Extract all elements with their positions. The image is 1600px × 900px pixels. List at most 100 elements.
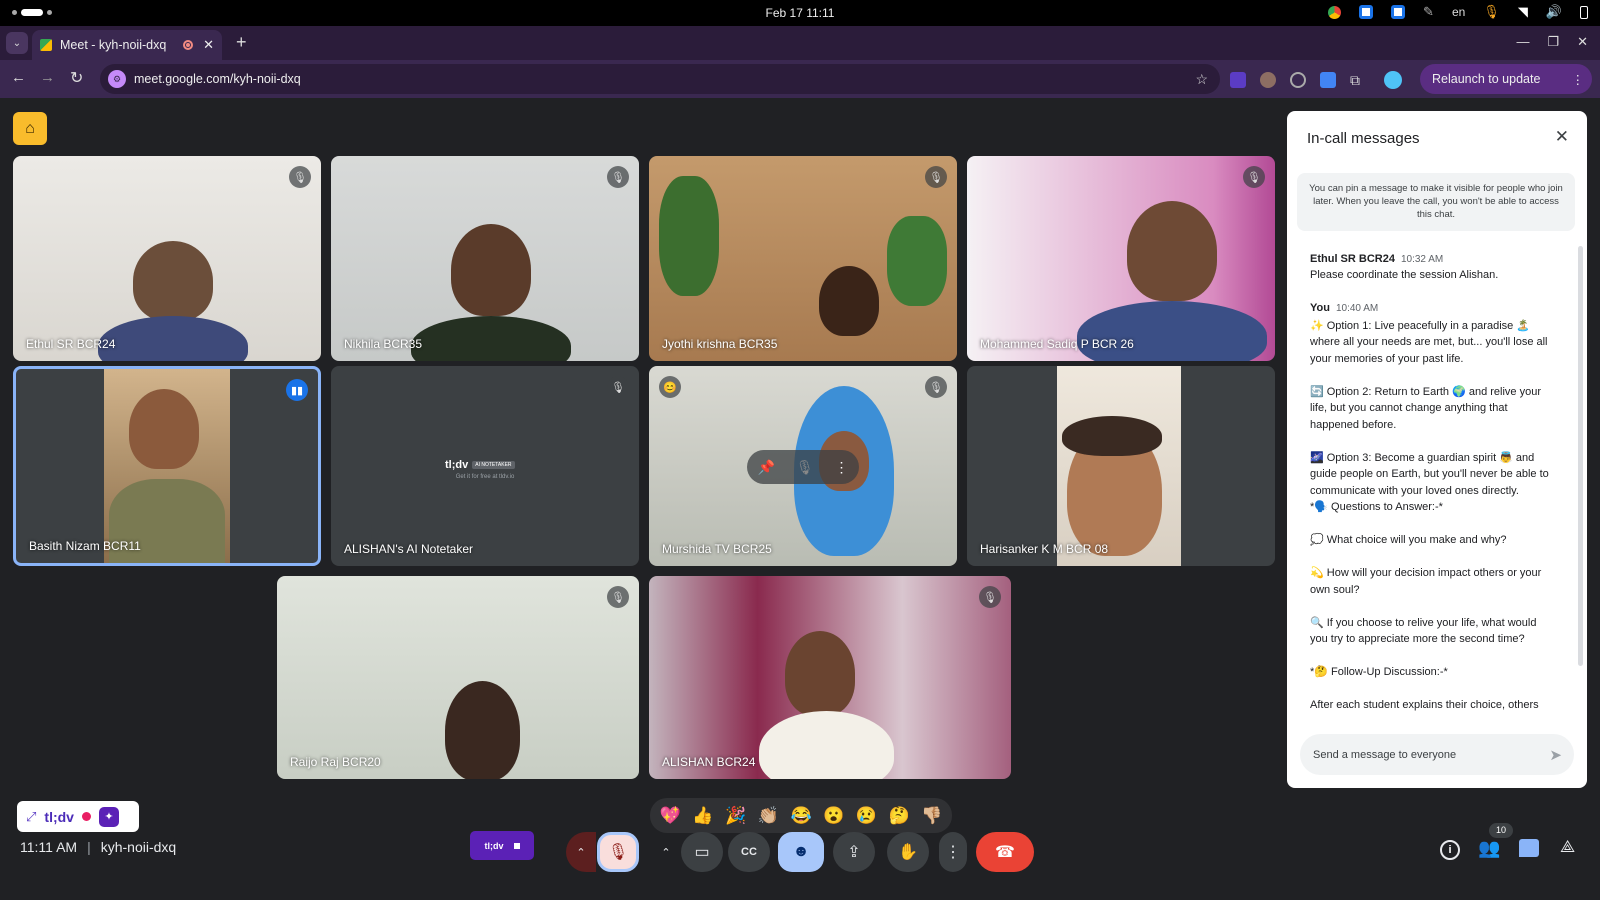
message-line: your memories of your past life. xyxy=(1310,352,1464,365)
profile-avatar[interactable] xyxy=(1384,71,1402,89)
reaction-laugh[interactable]: 😂 xyxy=(785,799,818,832)
participant-tile[interactable]: 🎙 Ethul SR BCR24 xyxy=(13,156,321,361)
microphone-toggle-button[interactable]: 🎙 xyxy=(597,832,639,872)
extensions-puzzle-icon[interactable]: ⧉ xyxy=(1350,72,1360,89)
mic-off-icon: 🎙 xyxy=(925,376,947,398)
extension-1-icon[interactable] xyxy=(1230,72,1246,88)
address-bar[interactable]: ⚙ meet.google.com/kyh-noii-dxq ☆ xyxy=(100,64,1220,94)
message-line: *🤔 Follow-Up Discussion:-* xyxy=(1310,666,1448,678)
participant-name: Basith Nizam BCR11 xyxy=(29,539,141,553)
chat-input[interactable]: Send a message to everyone ➤ xyxy=(1300,734,1574,775)
activities-icon[interactable]: ⟁ xyxy=(1560,837,1575,857)
restore-icon[interactable]: ❐ xyxy=(1547,34,1559,50)
reaction-thumbs-up[interactable]: 👍 xyxy=(687,799,720,832)
audio-options-button[interactable]: ⌃ xyxy=(566,832,596,872)
meeting-details-icon[interactable]: i xyxy=(1440,840,1460,860)
translate-icon[interactable] xyxy=(1320,72,1336,88)
message-line: happened before. xyxy=(1310,418,1397,431)
participant-video xyxy=(1057,366,1181,566)
participant-name: Raijo Raj BCR20 xyxy=(290,755,381,769)
forward-icon[interactable]: → xyxy=(40,69,55,86)
mute-participant-icon[interactable]: 🎙 xyxy=(796,459,814,476)
reaction-thinking[interactable]: 🤔 xyxy=(883,799,916,832)
message-sender: You xyxy=(1310,301,1330,314)
tldv-record-button[interactable]: tl;dv xyxy=(470,831,534,860)
message-line xyxy=(1310,433,1572,450)
expand-icon[interactable]: ⤢ xyxy=(26,809,36,825)
mic-off-icon: 🎙 xyxy=(607,586,629,608)
back-icon[interactable]: ← xyxy=(11,69,26,86)
reaction-thumbs-down[interactable]: 👎🏼 xyxy=(915,799,948,832)
message-sender: Ethul SR BCR24 xyxy=(1310,253,1395,265)
raise-hand-button[interactable]: ✋ xyxy=(887,832,929,872)
reaction-sparkling-heart[interactable]: 💖 xyxy=(654,799,687,832)
speaking-indicator-icon: ▮▮ xyxy=(286,379,308,401)
pen-icon[interactable]: ✎ xyxy=(1423,4,1434,20)
minimize-icon[interactable]: — xyxy=(1516,34,1529,50)
participant-tile[interactable]: Harisanker K M BCR 08 xyxy=(967,366,1275,566)
send-icon[interactable]: ➤ xyxy=(1549,746,1562,764)
chat-button[interactable] xyxy=(1519,839,1539,857)
participant-video xyxy=(445,681,520,779)
reaction-clap[interactable]: 👏🏼 xyxy=(752,799,785,832)
reaction-sad[interactable]: 😢 xyxy=(850,799,883,832)
new-tab-button[interactable]: + xyxy=(236,32,247,53)
reaction-party-popper[interactable]: 🎉 xyxy=(719,799,752,832)
participant-tile[interactable]: 🎙 ALISHAN BCR24 xyxy=(649,576,1011,779)
wifi-icon[interactable]: ◥ xyxy=(1518,4,1528,20)
people-button[interactable]: 👥 xyxy=(1478,838,1500,859)
workspace-indicator[interactable] xyxy=(12,9,52,16)
meeting-code: kyh-noii-dxq xyxy=(100,839,177,855)
participant-tile-active-speaker[interactable]: ▮▮ Basith Nizam BCR11 xyxy=(13,366,321,566)
site-info-icon[interactable]: ⚙ xyxy=(108,70,126,88)
camera-toggle-button[interactable]: ▭ xyxy=(681,832,723,872)
close-window-icon[interactable]: ✕ xyxy=(1577,34,1588,50)
chat-scrollbar[interactable] xyxy=(1578,246,1583,666)
participant-tile[interactable]: 😊 📌 🎙 ⋮ 🎙 Murshida TV BCR25 xyxy=(649,366,957,566)
extension-2-icon[interactable] xyxy=(1260,72,1276,88)
participant-tile[interactable]: 🎙 Raijo Raj BCR20 xyxy=(277,576,639,779)
pin-icon[interactable]: 📌 xyxy=(757,459,774,476)
close-chat-icon[interactable]: ✕ xyxy=(1555,127,1569,147)
message-line: *🗣️ Questions to Answer:-* xyxy=(1310,501,1443,513)
present-screen-button[interactable]: ⇪ xyxy=(833,832,875,872)
more-options-button[interactable]: ⋮ xyxy=(939,832,967,872)
message-line xyxy=(1310,549,1572,566)
meet-app-icon[interactable]: ⌂ xyxy=(13,112,47,145)
participant-tile[interactable]: 🎙 Jyothi krishna BCR35 xyxy=(649,156,957,361)
reaction-surprised[interactable]: 😮 xyxy=(817,799,850,832)
browser-toolbar: ← → ↻ ⚙ meet.google.com/kyh-noii-dxq ☆ ⧉… xyxy=(0,60,1600,98)
chrome-tray-icon[interactable] xyxy=(1328,5,1342,19)
relaunch-label: Relaunch to update xyxy=(1432,72,1541,86)
language-indicator[interactable]: en xyxy=(1452,5,1465,19)
browser-tab[interactable]: Meet - kyh-noii-dxq ✕ xyxy=(32,30,222,60)
battery-icon[interactable] xyxy=(1580,5,1588,19)
participant-tile[interactable]: tl;dv AI NOTETAKER Get it for free at tl… xyxy=(331,366,639,566)
more-options-icon[interactable]: ⋮ xyxy=(835,459,849,476)
microphone-icon[interactable]: 🎙 xyxy=(1483,4,1500,20)
chat-notice: You can pin a message to make it visible… xyxy=(1297,173,1575,231)
relaunch-button[interactable]: Relaunch to update ⋮ xyxy=(1420,64,1592,94)
extension-3-icon[interactable] xyxy=(1290,72,1306,88)
meeting-time: 11:11 AM xyxy=(20,839,78,855)
reactions-button[interactable]: ☻ xyxy=(778,832,824,872)
volume-icon[interactable]: 🔊 xyxy=(1546,4,1562,20)
tab-strip: ⌄ Meet - kyh-noii-dxq ✕ + — ❐ ✕ xyxy=(0,26,1600,60)
tab-search-button[interactable]: ⌄ xyxy=(6,32,28,54)
reload-icon[interactable]: ↻ xyxy=(70,68,83,88)
participant-name: Harisanker K M BCR 08 xyxy=(980,542,1109,556)
leave-call-button[interactable]: ☎ xyxy=(976,832,1034,872)
participant-tile[interactable]: 🎙 Mohammed Sadiq P BCR 26 xyxy=(967,156,1275,361)
tldv-widget[interactable]: ⤢ tl;dv ✦ xyxy=(17,801,139,832)
participant-video xyxy=(133,241,213,321)
captions-button[interactable]: CC xyxy=(728,832,770,872)
mic-off-icon: 🎙 xyxy=(607,376,629,398)
ai-sparkle-icon[interactable]: ✦ xyxy=(98,806,119,827)
video-options-button[interactable]: ⌃ xyxy=(651,832,681,872)
bookmark-star-icon[interactable]: ☆ xyxy=(1195,71,1208,88)
app-tray-icon[interactable] xyxy=(1391,5,1406,19)
participant-name: ALISHAN's AI Notetaker xyxy=(344,542,474,556)
tab-close-icon[interactable]: ✕ xyxy=(203,37,214,53)
meet-tray-icon[interactable] xyxy=(1359,5,1374,19)
participant-tile[interactable]: 🎙 Nikhila BCR35 xyxy=(331,156,639,361)
